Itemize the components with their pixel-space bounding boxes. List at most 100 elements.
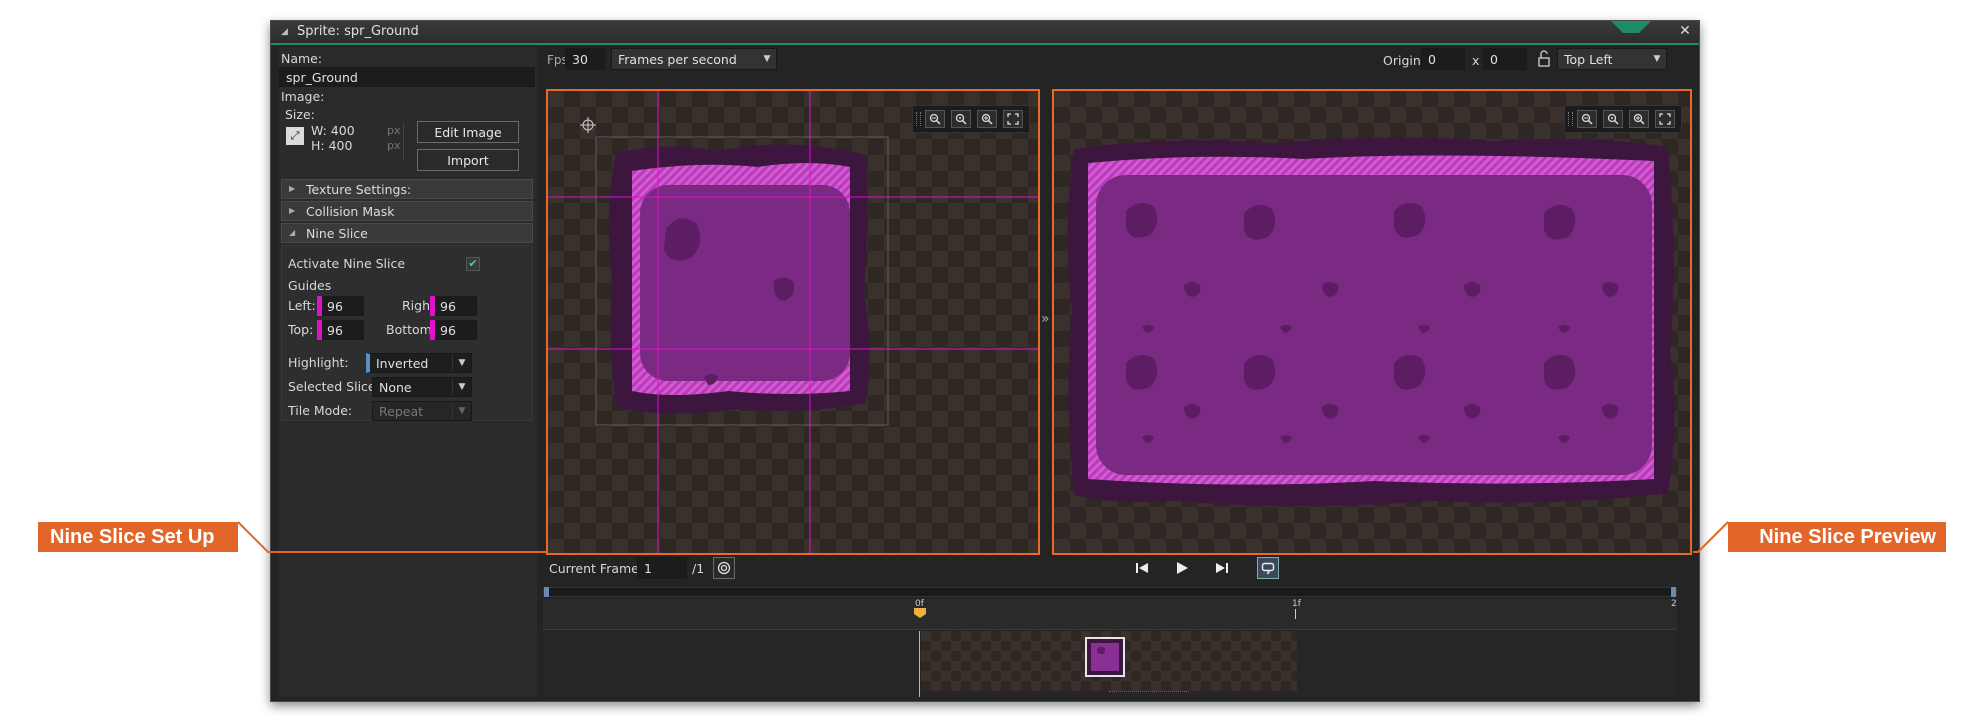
- name-input[interactable]: spr_Ground: [279, 67, 535, 87]
- fit-view-button[interactable]: [1655, 110, 1675, 128]
- panel-splitter-icon[interactable]: »: [1041, 311, 1050, 327]
- width-text: W: 400: [311, 123, 355, 138]
- zoom-in-icon: [1633, 113, 1645, 125]
- bottom-guide-input[interactable]: 96: [435, 320, 477, 340]
- section-collision-label: Collision Mask: [306, 204, 395, 219]
- tile-mode-value: Repeat: [379, 404, 424, 419]
- collapse-icon[interactable]: ◢: [281, 27, 288, 37]
- zoom-in-icon: [981, 113, 993, 125]
- zoom-in-button[interactable]: [977, 110, 997, 128]
- selected-slice-label: Selected Slice:: [288, 379, 380, 394]
- nine-slice-preview-canvas[interactable]: [1052, 89, 1692, 555]
- highlight-label: Highlight:: [288, 355, 349, 370]
- preview-sprite-graphic: [1067, 137, 1675, 506]
- window-title: Sprite: spr_Ground: [297, 24, 419, 39]
- zoom-in-button[interactable]: [1629, 110, 1649, 128]
- activate-nine-slice-label: Activate Nine Slice: [288, 256, 406, 271]
- current-frame-value: 1: [644, 560, 652, 576]
- fps-mode-dropdown[interactable]: Frames per second ▼: [611, 48, 777, 70]
- track-resize-grip[interactable]: [1109, 691, 1189, 695]
- section-texture-settings[interactable]: ▶ Texture Settings:: [281, 179, 533, 199]
- origin-x-input[interactable]: 0: [1421, 48, 1465, 70]
- callout-nine-slice-setup: Nine Slice Set Up: [38, 522, 238, 552]
- origin-preset-value: Top Left: [1564, 52, 1613, 67]
- playhead-icon[interactable]: [914, 608, 926, 618]
- tick-mark-1: [1295, 609, 1296, 619]
- left-guide-value: 96: [327, 298, 343, 314]
- chevron-down-icon: ▼: [452, 378, 471, 396]
- timeline-scrollbar[interactable]: [543, 587, 1677, 597]
- playhead-line: [919, 631, 920, 697]
- highlight-dropdown[interactable]: Inverted ▼: [366, 353, 472, 373]
- highlight-value: Inverted: [376, 356, 429, 371]
- origin-separator: x: [1472, 53, 1480, 68]
- play-icon: [1177, 562, 1188, 574]
- zoom-reset-button[interactable]: [1603, 110, 1623, 128]
- play-button[interactable]: [1171, 557, 1193, 579]
- origin-y-input[interactable]: 0: [1483, 48, 1527, 70]
- frame-cell-0[interactable]: [921, 631, 1297, 691]
- activate-nine-slice-checkbox[interactable]: ✔: [466, 257, 480, 271]
- fit-view-button[interactable]: [1003, 110, 1023, 128]
- drag-handle-icon[interactable]: [916, 112, 921, 126]
- width-unit: px: [387, 124, 401, 137]
- callout-setup-text: Nine Slice Set Up: [50, 525, 215, 548]
- frame-thumbnail[interactable]: [1085, 637, 1125, 677]
- timeline-range-start-handle[interactable]: [544, 587, 549, 597]
- chevron-right-icon: ▶: [289, 184, 296, 193]
- current-frame-label: Current Frame:: [549, 561, 644, 576]
- right-guide-input[interactable]: 96: [435, 296, 477, 316]
- previous-frame-button[interactable]: [1131, 557, 1153, 579]
- height-text: H: 400: [311, 138, 353, 153]
- selected-slice-dropdown[interactable]: None ▼: [372, 377, 472, 397]
- onion-skin-button[interactable]: [713, 557, 735, 579]
- size-divider: [403, 123, 404, 161]
- next-frame-button[interactable]: [1211, 557, 1233, 579]
- skip-forward-icon: [1216, 563, 1228, 573]
- right-guide-value: 96: [440, 298, 456, 314]
- sprite-editor-window: ◢ Sprite: spr_Ground ✕ Name: spr_Ground …: [270, 20, 1700, 702]
- nine-slice-setup-canvas[interactable]: [546, 89, 1040, 555]
- callout-preview-text: Nine Slice Preview: [1759, 525, 1936, 548]
- import-button[interactable]: Import: [417, 149, 519, 171]
- chevron-down-icon: ▼: [452, 402, 471, 420]
- current-frame-input[interactable]: 1: [637, 557, 687, 579]
- zoom-reset-icon: [1607, 113, 1619, 125]
- close-icon[interactable]: ✕: [1677, 23, 1693, 39]
- left-guide-input[interactable]: 96: [322, 296, 364, 316]
- drag-handle-icon[interactable]: [1568, 112, 1573, 126]
- height-unit: px: [387, 139, 401, 152]
- origin-y-value: 0: [1490, 51, 1498, 67]
- bottom-guide-value: 96: [440, 322, 456, 338]
- zoom-out-button[interactable]: [925, 110, 945, 128]
- top-guide-input[interactable]: 96: [322, 320, 364, 340]
- edit-image-button[interactable]: Edit Image: [417, 121, 519, 143]
- fullscreen-icon: [1007, 113, 1019, 125]
- loop-toggle-button[interactable]: [1257, 557, 1279, 579]
- resize-icon[interactable]: ⤢: [286, 127, 304, 145]
- title-bar[interactable]: ◢ Sprite: spr_Ground ✕: [271, 21, 1699, 45]
- section-texture-label: Texture Settings:: [306, 182, 412, 197]
- timeline-range-end-handle[interactable]: [1671, 587, 1676, 597]
- fps-value: 30: [572, 51, 588, 67]
- section-nine-slice[interactable]: ◢ Nine Slice: [281, 223, 533, 243]
- section-collision-mask[interactable]: ▶ Collision Mask: [281, 201, 533, 221]
- section-nine-slice-label: Nine Slice: [306, 226, 368, 241]
- onion-skin-icon: [717, 561, 731, 575]
- chevron-down-icon: ◢: [289, 228, 296, 237]
- unlock-icon[interactable]: [1537, 49, 1551, 73]
- zoom-reset-button[interactable]: [951, 110, 971, 128]
- zoom-reset-icon: [955, 113, 967, 125]
- thumbnail-fill: [1091, 643, 1119, 671]
- image-label: Image:: [281, 89, 325, 104]
- tile-mode-dropdown[interactable]: Repeat ▼: [372, 401, 472, 421]
- sprite-toolbar: Fps 30 Frames per second ▼ Origin 0 x 0 …: [545, 47, 1695, 73]
- origin-preset-dropdown[interactable]: Top Left ▼: [1557, 48, 1667, 70]
- fullscreen-icon: [1659, 113, 1671, 125]
- timeline-ruler[interactable]: 0f 1f 2: [543, 599, 1677, 630]
- skip-back-icon: [1136, 563, 1148, 573]
- zoom-out-button[interactable]: [1577, 110, 1597, 128]
- origin-label: Origin: [1383, 53, 1421, 68]
- guides-label: Guides: [288, 278, 332, 293]
- fps-input[interactable]: 30: [565, 48, 605, 70]
